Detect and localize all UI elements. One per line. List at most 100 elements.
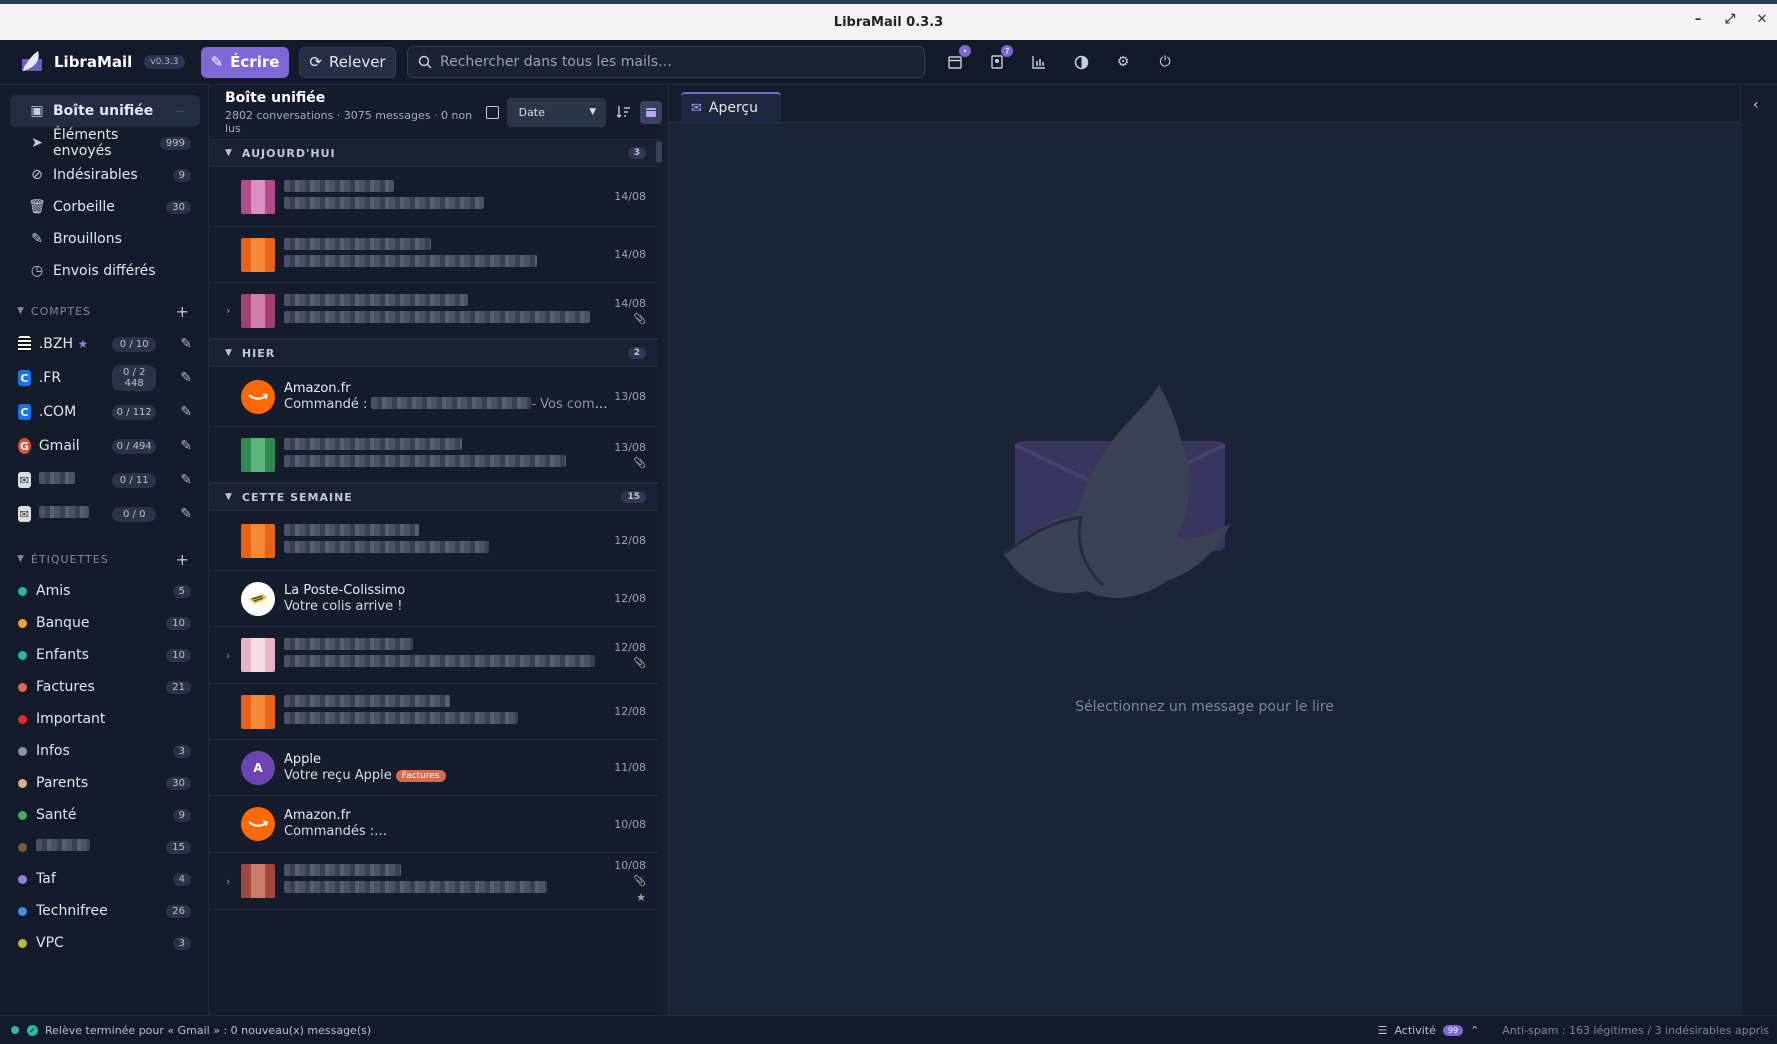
- fetch-button[interactable]: ⟳ Relever: [299, 46, 396, 78]
- chevron-up-icon[interactable]: ⌃: [1470, 1024, 1479, 1037]
- tag-item[interactable]: Taf 4: [0, 863, 191, 895]
- settings-gear-icon[interactable]: ⚙: [1112, 51, 1134, 73]
- sidebar-item-scheduled[interactable]: ◷ Envois différés: [10, 255, 200, 287]
- search-icon: [418, 55, 432, 69]
- account-item-bzh[interactable]: .BZH ★ 0 / 10 ✎: [0, 327, 192, 361]
- star-icon[interactable]: ★: [636, 891, 646, 904]
- message-row[interactable]: 14/08: [210, 167, 658, 227]
- close-icon[interactable]: ✕: [1755, 12, 1769, 27]
- add-account-icon[interactable]: +: [176, 302, 190, 321]
- theme-toggle-icon[interactable]: [1070, 51, 1092, 73]
- edit-account-icon[interactable]: ✎: [180, 404, 192, 420]
- tag-item[interactable]: Parents 30: [0, 767, 191, 799]
- message-date: 12/08: [614, 705, 646, 718]
- account-item-hidden-1[interactable]: ✉ 0 / 11 ✎: [0, 463, 192, 497]
- tag-item[interactable]: Enfants 10: [0, 639, 191, 671]
- account-item-fr[interactable]: C .FR 0 / 2 448 ✎: [0, 361, 192, 395]
- edit-account-icon[interactable]: ✎: [180, 506, 192, 522]
- tag-item[interactable]: Technifree 26: [0, 895, 191, 927]
- sidebar-item-trash[interactable]: 🗑 Corbeille 30: [10, 191, 200, 223]
- tag-item[interactable]: Important: [0, 703, 191, 735]
- minimize-icon[interactable]: –: [1691, 12, 1705, 27]
- contacts-icon[interactable]: 7: [986, 45, 1013, 73]
- sidebar-item-sent[interactable]: ➤ Éléments envoyés 999: [10, 127, 200, 159]
- message-row[interactable]: 12/08: [210, 684, 658, 740]
- tags-section-header[interactable]: ▼ ÉTIQUETTES +: [17, 549, 190, 569]
- chevron-left-icon[interactable]: ‹: [1753, 97, 1759, 113]
- tag-item[interactable]: Banque 10: [0, 607, 191, 639]
- compose-label: Écrire: [230, 53, 280, 71]
- tag-item[interactable]: Santé 9: [0, 799, 191, 831]
- tag-item[interactable]: Infos 3: [0, 735, 191, 767]
- provider-icon: C: [18, 370, 31, 386]
- message-row[interactable]: La Poste-Colissimo Votre colis arrive ! 12…: [210, 571, 658, 627]
- message-sender: [284, 638, 610, 655]
- message-row[interactable]: Amazon.fr Commandés : 10/08: [210, 796, 658, 853]
- message-group-header[interactable]: ▼ CETTE SEMAINE 15: [210, 483, 658, 511]
- maximize-icon[interactable]: ⤢: [1723, 12, 1737, 27]
- send-icon: ➤: [31, 135, 43, 151]
- sort-order-icon[interactable]: [615, 103, 632, 121]
- account-item-gmail[interactable]: G Gmail 0 / 494 ✎: [0, 429, 192, 463]
- provider-icon: C: [18, 404, 31, 420]
- tag-item[interactable]: Amis 5: [0, 575, 191, 607]
- tag-color-dot: [18, 778, 27, 788]
- tag-item[interactable]: Factures 21: [0, 671, 191, 703]
- message-group-header[interactable]: ▼ HIER 2: [210, 339, 658, 367]
- activity-label[interactable]: Activité: [1394, 1024, 1435, 1037]
- message-row[interactable]: 13/08 📎: [210, 427, 658, 483]
- sender-avatar-redacted: [241, 293, 275, 328]
- sidebar-item-drafts[interactable]: ✎ Brouillons: [10, 223, 200, 255]
- message-group-header[interactable]: ▼ AUJOURD'HUI 3: [210, 139, 658, 167]
- message-row[interactable]: Amazon.frCommandé : - Vos commande… 13/08: [210, 367, 658, 427]
- account-item-hidden-2[interactable]: ✉ 0 / 0 ✎: [0, 497, 192, 531]
- sidebar-item-label: Éléments envoyés: [53, 127, 119, 159]
- message-row[interactable]: › 10/08 📎 ★: [210, 853, 658, 910]
- edit-account-icon[interactable]: ✎: [180, 336, 192, 352]
- message-row[interactable]: 14/08: [210, 227, 658, 283]
- chevron-down-icon: ▼: [225, 348, 233, 358]
- edit-account-icon[interactable]: ✎: [180, 438, 192, 454]
- draft-icon: ✎: [31, 231, 43, 247]
- folder-count: 9: [172, 168, 191, 182]
- tag-item[interactable]: VPC 3: [0, 927, 191, 959]
- sidebar-item-spam[interactable]: ⊘ Indésirables 9: [10, 159, 200, 191]
- add-tag-icon[interactable]: +: [176, 550, 190, 569]
- message-subject: Commandé : - Vos commande…: [284, 396, 610, 413]
- sender-avatar-redacted: [241, 523, 275, 558]
- search-input[interactable]: [440, 54, 900, 70]
- expand-thread-icon[interactable]: ›: [226, 649, 236, 662]
- expand-thread-icon[interactable]: ›: [226, 875, 236, 888]
- calendar-icon[interactable]: •: [944, 45, 971, 73]
- edit-account-icon[interactable]: ✎: [180, 472, 192, 488]
- tag-count: 26: [166, 904, 191, 918]
- message-row[interactable]: › 14/08 📎: [210, 283, 658, 339]
- refresh-icon: ⟳: [309, 53, 322, 71]
- tag-label: Amis: [36, 583, 71, 599]
- message-text: [284, 293, 610, 328]
- message-meta: 14/08 📎: [610, 297, 646, 325]
- message-row[interactable]: › 12/08 📎: [210, 627, 658, 684]
- message-subject: [284, 310, 610, 328]
- tag-item[interactable]: 15: [0, 831, 191, 863]
- list-scrollbar[interactable]: [656, 141, 662, 163]
- tab-preview[interactable]: ✉ Aperçu: [681, 92, 781, 122]
- sidebar-item-unified-inbox[interactable]: ▣ Boîte unifiée —: [10, 95, 200, 127]
- sort-select[interactable]: Date ▼: [506, 97, 607, 127]
- account-item-com[interactable]: C .COM 0 / 112 ✎: [0, 395, 192, 429]
- redacted-subject: [284, 881, 547, 893]
- accounts-section-header[interactable]: ▼ COMPTES +: [17, 301, 190, 321]
- power-icon[interactable]: ⏻: [1154, 51, 1176, 73]
- group-by-date-icon[interactable]: [640, 100, 662, 124]
- message-row[interactable]: A Apple Votre reçu Apple Factures 11/08: [210, 740, 658, 796]
- compose-button[interactable]: ✎ Écrire: [201, 46, 289, 78]
- antispam-status: Anti-spam : 163 légitimes / 3 indésirabl…: [1502, 1023, 1769, 1037]
- message-text: [284, 694, 610, 729]
- stats-icon[interactable]: [1028, 51, 1050, 73]
- message-sender: [284, 293, 610, 311]
- select-all-checkbox[interactable]: [486, 105, 499, 119]
- message-row[interactable]: 12/08: [210, 511, 658, 571]
- search-box[interactable]: [407, 46, 925, 78]
- expand-thread-icon[interactable]: ›: [226, 304, 236, 317]
- edit-account-icon[interactable]: ✎: [180, 370, 192, 386]
